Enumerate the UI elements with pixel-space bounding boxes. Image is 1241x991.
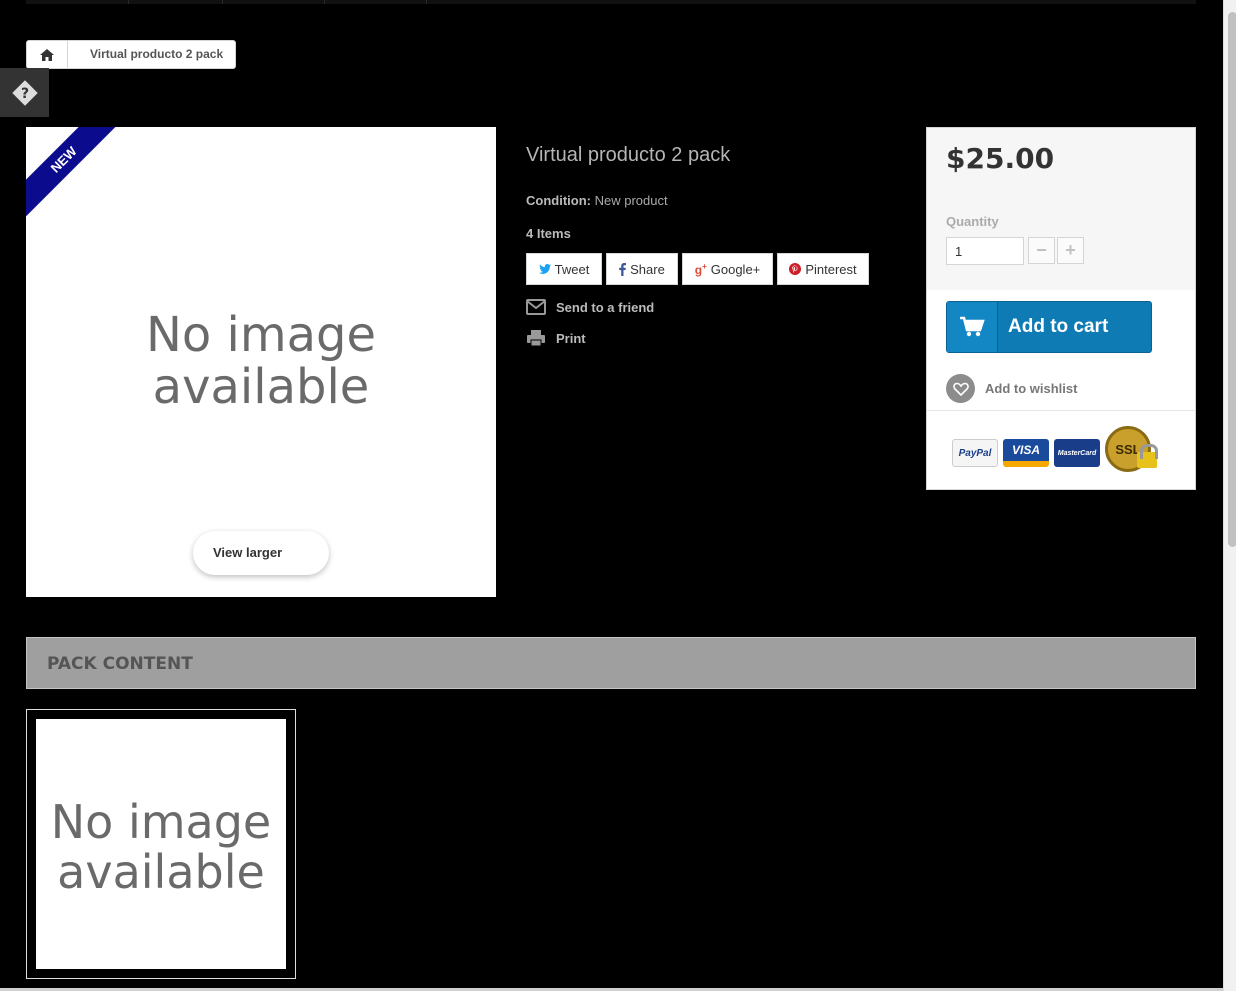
google-plus-icon: g+	[694, 261, 707, 277]
breadcrumb-current: Virtual producto 2 pack	[90, 47, 224, 61]
pinterest-icon	[789, 263, 802, 275]
product-condition: Condition: New product	[526, 193, 668, 208]
buy-box: $25.00 Quantity − + Add to cart Add to w…	[926, 127, 1196, 490]
ssl-lock-logo: SSL	[1105, 426, 1159, 480]
svg-text:?: ?	[20, 86, 28, 102]
pack-content-title: PACK CONTENT	[47, 654, 193, 674]
no-image-placeholder: No image available	[145, 307, 377, 415]
window-edge	[1236, 0, 1241, 991]
new-badge: NEW	[26, 127, 123, 219]
heart-icon	[946, 374, 975, 403]
breadcrumb: Virtual producto 2 pack	[26, 40, 237, 69]
mastercard-logo: MasterCard	[1054, 439, 1100, 467]
facebook-icon	[619, 262, 627, 276]
product-title: Virtual producto 2 pack	[526, 144, 731, 166]
envelope-icon	[526, 299, 546, 315]
quantity-increase-button[interactable]: +	[1057, 237, 1084, 264]
facebook-share-button[interactable]: Share	[606, 253, 678, 285]
twitter-icon	[538, 264, 551, 274]
quantity-input[interactable]	[946, 237, 1024, 265]
no-image-placeholder: No image available	[50, 795, 272, 899]
view-larger-button[interactable]: View larger	[193, 531, 329, 575]
social-share-buttons: Tweet Share g+ Google+ Pinterest	[526, 253, 869, 285]
paypal-logo: PayPal	[952, 439, 998, 467]
quantity-decrease-button[interactable]: −	[1028, 237, 1055, 264]
pack-item-image[interactable]: No image available	[36, 719, 286, 969]
pack-content-header: PACK CONTENT	[26, 637, 1196, 689]
pack-item-count: 4 Items	[526, 226, 571, 241]
google-plus-button[interactable]: g+ Google+	[682, 253, 773, 285]
printer-icon	[527, 330, 545, 347]
cart-icon	[947, 302, 998, 352]
help-button[interactable]: ?	[0, 68, 49, 117]
product-price: $25.00	[946, 142, 1055, 175]
payment-logos: PayPal VISA MasterCard SSL	[952, 426, 1159, 480]
top-navigation-bar	[26, 0, 1196, 4]
help-diamond-icon: ?	[11, 79, 38, 106]
pack-item-card[interactable]: No image available	[26, 709, 296, 979]
breadcrumb-home-link[interactable]	[27, 41, 68, 68]
tweet-button[interactable]: Tweet	[526, 253, 602, 285]
quantity-label: Quantity	[946, 214, 999, 229]
divider	[927, 410, 1195, 411]
print-link[interactable]: Print	[526, 329, 586, 347]
add-to-cart-button[interactable]: Add to cart	[946, 301, 1152, 353]
product-image[interactable]: NEW No image available View larger	[26, 127, 496, 597]
send-to-friend-link[interactable]: Send to a friend	[526, 299, 654, 315]
home-icon	[40, 48, 54, 61]
visa-logo: VISA	[1003, 439, 1049, 467]
pinterest-button[interactable]: Pinterest	[777, 253, 869, 285]
add-to-wishlist-link[interactable]: Add to wishlist	[946, 374, 1077, 403]
